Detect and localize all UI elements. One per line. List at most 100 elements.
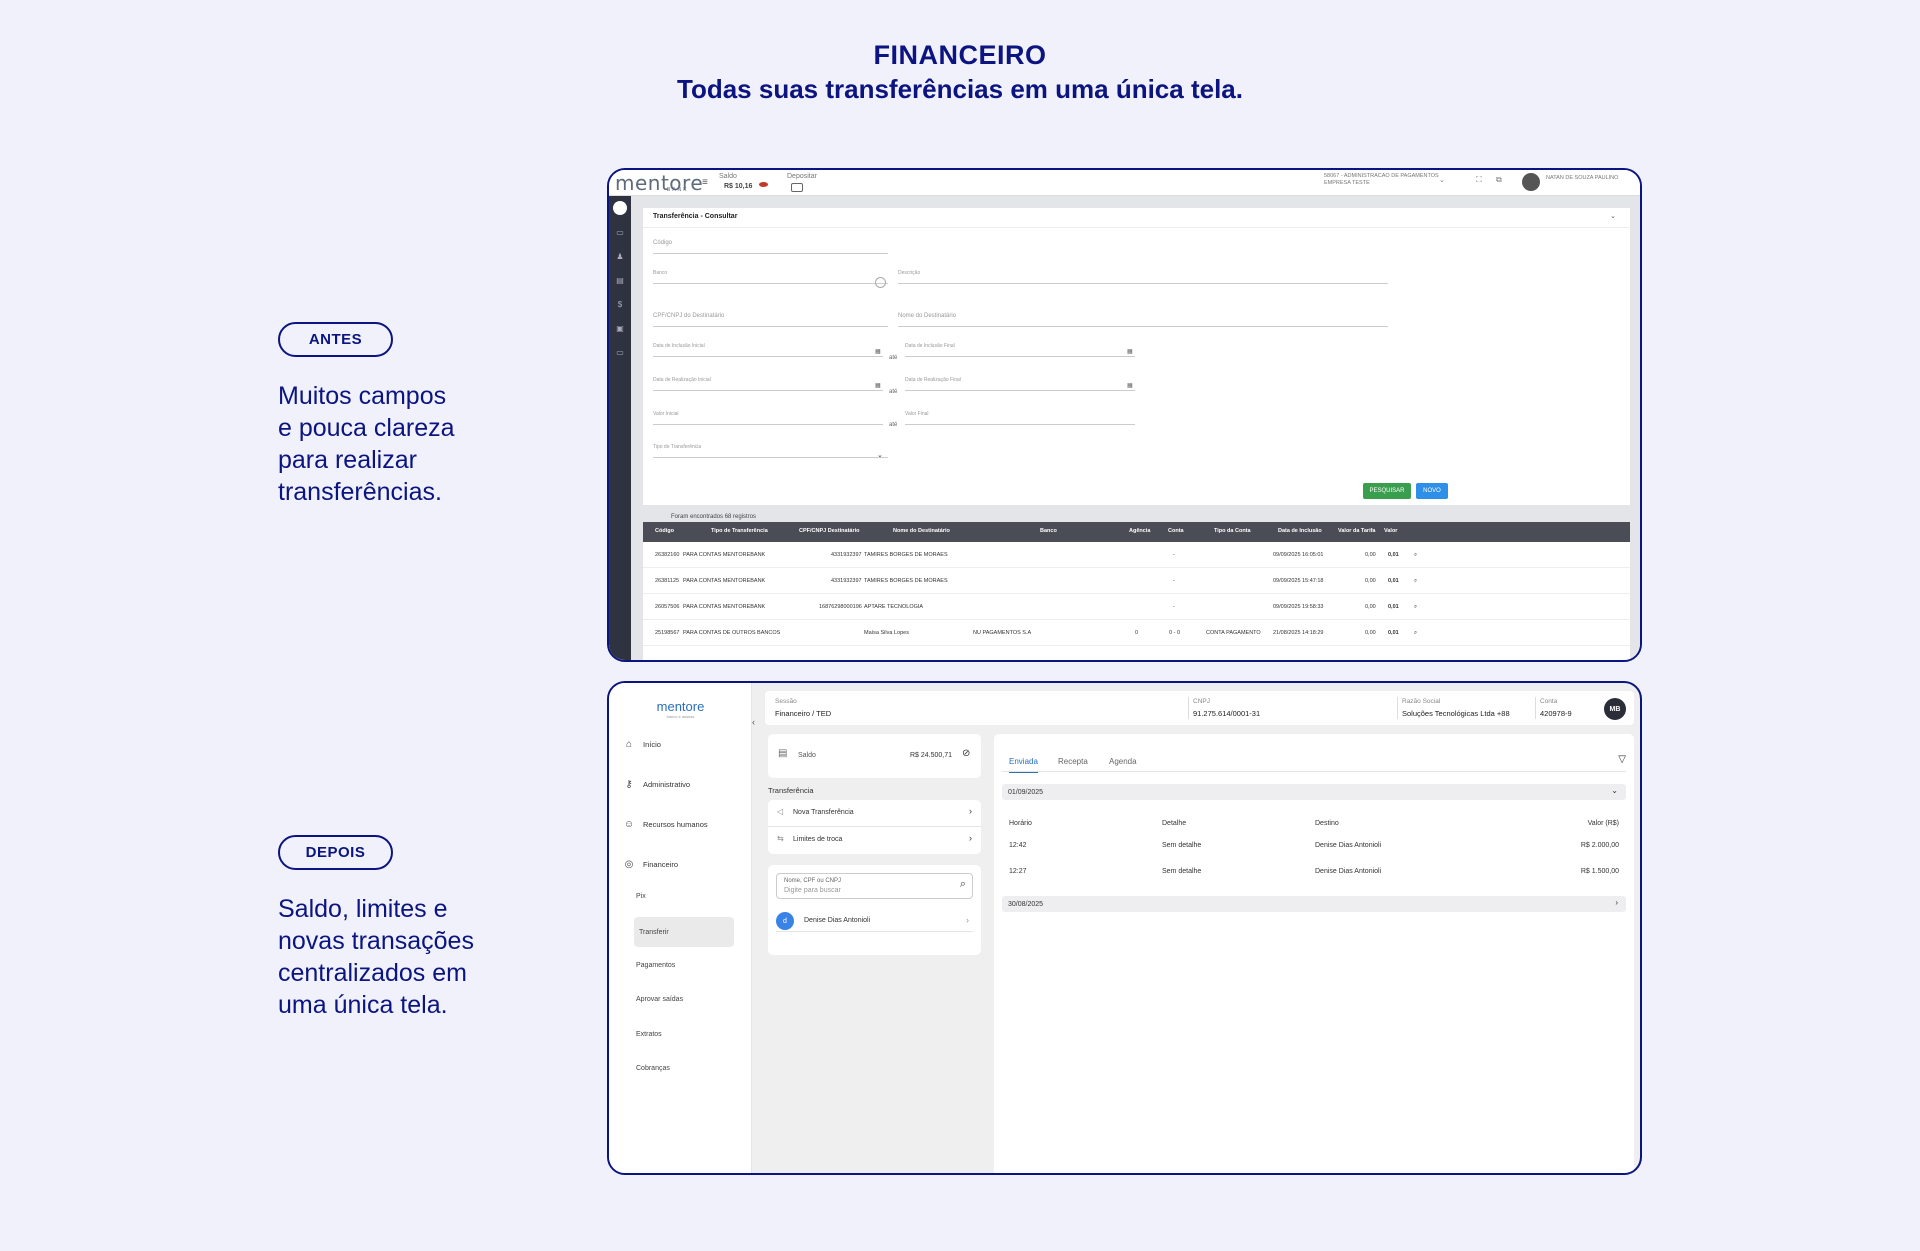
- filter-icon[interactable]: ▽: [1618, 754, 1626, 765]
- company-dropdown-icon[interactable]: ⌄: [1439, 176, 1445, 184]
- eye-icon[interactable]: [759, 182, 768, 187]
- avatar[interactable]: MB: [1604, 698, 1626, 720]
- calendar-icon[interactable]: ▦: [875, 348, 881, 355]
- search-icon[interactable]: ⌕: [1414, 604, 1417, 611]
- transferencia-title: Transferência: [768, 786, 814, 795]
- descricao-field[interactable]: Descrição: [898, 270, 1388, 284]
- eye-off-icon[interactable]: ⊘: [962, 748, 970, 759]
- menu-icon[interactable]: ≡: [702, 177, 708, 188]
- table-row[interactable]: 26381125 PARA CONTAS MENTOREBANK 4331932…: [643, 568, 1630, 594]
- home-icon[interactable]: [609, 196, 631, 220]
- cell: Maísa Silva Lopes: [864, 630, 909, 636]
- banco-search-icon[interactable]: [875, 277, 886, 288]
- cell: 25198567: [655, 630, 680, 636]
- external-icon[interactable]: ⧉: [1496, 175, 1502, 185]
- before-screenshot: mentore BANK ≡ Saldo R$ 10,16 Depositar …: [607, 168, 1642, 662]
- subnav-extratos[interactable]: Extratos: [636, 1031, 662, 1038]
- caption-line: e pouca clareza: [278, 414, 455, 442]
- nova-transferencia-item[interactable]: ◁ Nova Transferência ›: [768, 800, 981, 827]
- cell: 09/09/2025 19:58:33: [1273, 604, 1324, 610]
- caption-line: para realizar: [278, 446, 417, 474]
- ate-label: até: [889, 422, 898, 428]
- logo-sub: BANK: [667, 187, 689, 193]
- logo: mentore: [615, 171, 704, 195]
- cell-hora: 12:27: [1009, 868, 1027, 875]
- subnav-aprovar-saidas[interactable]: Aprovar saídas: [636, 996, 683, 1003]
- deposit-icon[interactable]: [791, 183, 803, 192]
- card-icon[interactable]: ▭: [609, 220, 631, 244]
- cell: 0,01: [1388, 630, 1399, 636]
- tipo-select[interactable]: Tipo de Transferência: [653, 444, 888, 458]
- monitor-icon[interactable]: ▭: [609, 340, 631, 364]
- tab-recepta[interactable]: Recepta: [1058, 757, 1088, 766]
- date-group-header[interactable]: 30/08/2025 ›: [1002, 896, 1626, 912]
- inclusao-final-field[interactable]: Data de Inclusão Final: [905, 343, 1135, 357]
- cnpj-label: CNPJ: [1193, 698, 1210, 705]
- document-icon[interactable]: ▤: [609, 268, 631, 292]
- col-tipo-conta: Tipo da Conta: [1214, 528, 1251, 534]
- cell-detalhe: Sem detalhe: [1162, 868, 1202, 875]
- cell-destino: Denise Dias Antonioli: [1315, 868, 1382, 875]
- col-destino: Destino: [1315, 820, 1339, 827]
- cell: 0,01: [1388, 552, 1399, 558]
- divider: [1535, 697, 1536, 719]
- subnav-pix[interactable]: Pix: [636, 893, 646, 900]
- collapse-sidebar-icon[interactable]: ‹: [752, 717, 762, 729]
- realizacao-final-field[interactable]: Data de Realização Final: [905, 377, 1135, 391]
- search-icon[interactable]: ⌕: [1414, 578, 1417, 585]
- collapse-icon[interactable]: ⌄: [1610, 212, 1616, 220]
- actions-card: ◁ Nova Transferência › ⇆ Limites de troc…: [768, 800, 981, 854]
- logo: mentore: [656, 699, 705, 714]
- dollar-icon[interactable]: $: [609, 292, 631, 316]
- table-row[interactable]: 26057506 PARA CONTAS MENTOREBANK 1687629…: [643, 594, 1630, 620]
- nav-financeiro[interactable]: ◎ Financeiro: [623, 858, 678, 870]
- realizacao-inicial-field[interactable]: Data de Realização Inicial: [653, 377, 883, 391]
- nav-label: Recursos humanos: [643, 819, 708, 829]
- date-group-header[interactable]: 01/09/2025 ⌄: [1002, 784, 1626, 800]
- subnav-cobrancas[interactable]: Cobranças: [636, 1065, 670, 1072]
- col-data: Data de Inclusão: [1278, 528, 1322, 534]
- table-row[interactable]: 25198567 PARA CONTAS DE OUTROS BANCOS Ma…: [643, 620, 1630, 646]
- cell: NU PAGAMENTOS S.A: [973, 630, 1032, 636]
- valor-inicial-field[interactable]: Valor Inicial: [653, 411, 883, 425]
- cpf-field[interactable]: CPF/CNPJ do Destinatário: [653, 313, 888, 327]
- users-icon[interactable]: ♟: [609, 244, 631, 268]
- search-icon[interactable]: ⌕: [960, 878, 966, 891]
- novo-button[interactable]: NOVO: [1416, 483, 1448, 499]
- calendar-icon[interactable]: ▦: [1127, 382, 1133, 389]
- caption-line: Muitos campos: [278, 382, 447, 410]
- subnav-pagamentos[interactable]: Pagamentos: [636, 962, 675, 969]
- banco-field[interactable]: Banco: [653, 270, 888, 284]
- cell: 0,01: [1388, 604, 1399, 610]
- calendar-icon[interactable]: ▦: [1127, 348, 1133, 355]
- wallet-icon[interactable]: ▣: [609, 316, 631, 340]
- fullscreen-icon[interactable]: ⛶: [1476, 175, 1482, 185]
- chevron-down-icon[interactable]: ⌄: [877, 451, 883, 459]
- search-icon[interactable]: ⌕: [1414, 630, 1417, 637]
- nav-inicio[interactable]: ⌂ Início: [623, 738, 661, 750]
- divider: [1397, 697, 1398, 719]
- pesquisar-button[interactable]: PESQUISAR: [1363, 483, 1411, 499]
- calendar-icon[interactable]: ▦: [875, 382, 881, 389]
- tab-agenda[interactable]: Agenda: [1109, 757, 1137, 766]
- codigo-field[interactable]: Código: [653, 240, 888, 254]
- user-avatar-icon[interactable]: [1522, 173, 1540, 191]
- limites-item[interactable]: ⇆ Limites de troca ›: [768, 827, 981, 854]
- table-row[interactable]: 26382160 PARA CONTAS MENTOREBANK 4331932…: [643, 542, 1630, 568]
- caption-line: novas transações: [278, 927, 474, 955]
- subnav-transferir[interactable]: Transferir: [634, 917, 734, 947]
- inclusao-inicial-field[interactable]: Data de Inclusão Inicial: [653, 343, 883, 357]
- contact-item[interactable]: d Denise Dias Antonioli ›: [776, 910, 973, 932]
- cell: 09/09/2025 15:47:18: [1273, 578, 1324, 584]
- cell: 4331932397: [831, 578, 862, 584]
- antes-badge: ANTES: [278, 322, 393, 357]
- cell: 0 - 0: [1169, 630, 1181, 636]
- saldo-value: R$ 24.500,71: [910, 752, 953, 759]
- search-label: Nome, CPF ou CNPJ: [784, 878, 842, 884]
- nav-recursos-humanos[interactable]: ☺ Recursos humanos: [623, 818, 708, 830]
- valor-final-field[interactable]: Valor Final: [905, 411, 1135, 425]
- search-input[interactable]: Nome, CPF ou CNPJ Digite para buscar ⌕: [776, 873, 973, 899]
- nome-field[interactable]: Nome do Destinatário: [898, 313, 1388, 327]
- search-icon[interactable]: ⌕: [1414, 552, 1417, 559]
- nav-administrativo[interactable]: ⚷ Administrativo: [623, 778, 690, 790]
